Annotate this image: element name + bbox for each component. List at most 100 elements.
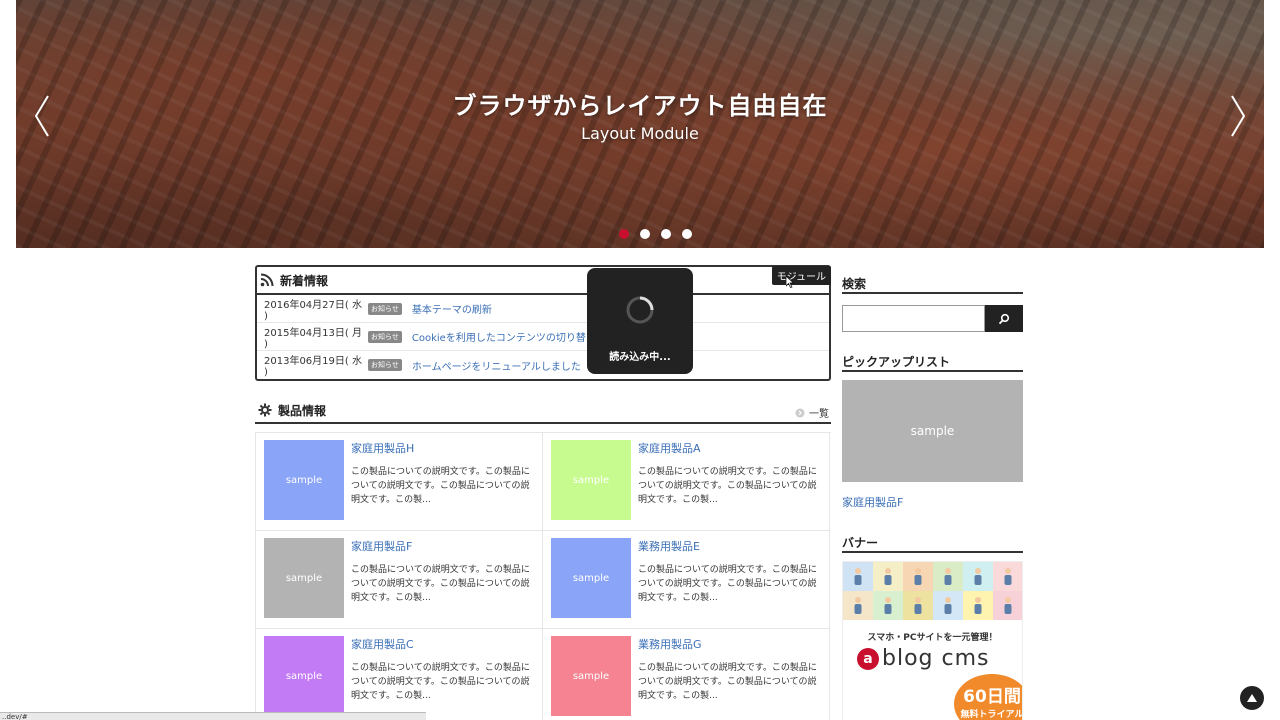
- person-icon: [884, 567, 892, 585]
- product-title[interactable]: 家庭用製品H: [351, 440, 535, 456]
- slide-dot-4[interactable]: [682, 229, 692, 239]
- chevron-circle-right-icon: [795, 408, 805, 417]
- products-more-link[interactable]: 一覧: [795, 405, 829, 420]
- news-link[interactable]: ホームページをリニューアルしました: [412, 358, 581, 373]
- search-input[interactable]: [842, 305, 985, 332]
- product-title[interactable]: 業務用製品G: [638, 636, 822, 652]
- product-description: この製品についての説明文です。この製品についての説明文です。この製品についての説…: [638, 663, 817, 701]
- next-slide-button[interactable]: [1228, 94, 1248, 138]
- product-title[interactable]: 業務用製品E: [638, 538, 822, 554]
- product-thumbnail[interactable]: sample: [264, 538, 344, 618]
- banner-tile: [903, 562, 933, 591]
- product-title[interactable]: 家庭用製品A: [638, 440, 822, 456]
- slide-dot-1[interactable]: [619, 229, 629, 239]
- product-card: sample 業務用製品G この製品についての説明文です。この製品についての説明文で…: [543, 629, 830, 720]
- person-icon: [974, 567, 982, 585]
- news-date: 2013年06月19日( 水 ): [264, 356, 362, 378]
- product-card: sample 業務用製品E この製品についての説明文です。この製品についての説明文で…: [543, 531, 830, 629]
- ablogcms-logo: a blog cms: [857, 646, 989, 671]
- hero-subtitle: Layout Module: [581, 124, 699, 143]
- product-description: この製品についての説明文です。この製品についての説明文です。この製品についての説…: [638, 565, 817, 603]
- product-grid: sample 家庭用製品H この製品についての説明文です。この製品についての説明文で…: [255, 432, 831, 720]
- person-icon: [944, 596, 952, 614]
- person-icon: [884, 596, 892, 614]
- person-icon: [914, 596, 922, 614]
- person-icon: [854, 596, 862, 614]
- chevron-right-icon: [1231, 95, 1246, 137]
- banner-tile: [933, 591, 963, 620]
- product-title[interactable]: 家庭用製品F: [351, 538, 535, 554]
- search-widget: 検索: [842, 270, 1023, 332]
- person-icon: [1004, 596, 1012, 614]
- prev-slide-button[interactable]: [32, 94, 52, 138]
- browser-status-bar: ..dev/#: [0, 712, 426, 720]
- product-card: sample 家庭用製品F この製品についての説明文です。この製品についての説明文で…: [256, 531, 543, 629]
- news-item: 2016年04月27日( 水 ) お知らせ 基本テーマの刷新: [257, 295, 829, 323]
- banner-title: バナー: [842, 529, 1023, 553]
- news-link[interactable]: Cookieを利用したコンテンツの切り替え: [412, 329, 596, 344]
- product-description: この製品についての説明文です。この製品についての説明文です。この製品についての説…: [351, 565, 530, 603]
- banner-tile: [873, 562, 903, 591]
- trial-badge: 60日間 無料トライアル: [954, 674, 1023, 720]
- news-module: 新着情報 モジュール 2016年04月27日( 水 ) お知らせ 基本テーマの刷…: [255, 265, 831, 381]
- product-thumbnail[interactable]: sample: [264, 440, 344, 520]
- chevron-left-icon: [34, 95, 49, 137]
- product-thumbnail[interactable]: sample: [264, 636, 344, 716]
- slide-pagination: [619, 229, 692, 239]
- banner-tile: [993, 591, 1022, 620]
- banner-tile: [843, 562, 873, 591]
- person-icon: [944, 567, 952, 585]
- news-link[interactable]: 基本テーマの刷新: [412, 301, 492, 316]
- rss-icon: [260, 273, 274, 287]
- news-item: 2015年04月13日( 月 ) お知らせ Cookieを利用したコンテンツの切…: [257, 323, 829, 351]
- module-tag[interactable]: モジュール: [771, 266, 831, 285]
- product-description: この製品についての説明文です。この製品についての説明文です。この製品についての説…: [638, 467, 817, 505]
- news-badge: お知らせ: [368, 359, 402, 371]
- pickup-widget: ピックアップリスト sample 家庭用製品F: [842, 348, 1023, 510]
- product-thumbnail[interactable]: sample: [551, 538, 631, 618]
- product-card: sample 家庭用製品H この製品についての説明文です。この製品についての説明文で…: [256, 433, 543, 531]
- trial-label: 無料トライアル: [960, 710, 1023, 720]
- slide-dot-3[interactable]: [661, 229, 671, 239]
- products-title: 製品情報: [278, 403, 327, 418]
- news-date: 2016年04月27日( 水 ): [264, 299, 362, 322]
- banner-widget: バナー スマホ・PCサイトを一元管理！ a blog cms 60日間 無料トラ…: [842, 529, 1023, 720]
- slide-dot-2[interactable]: [640, 229, 650, 239]
- product-thumbnail[interactable]: sample: [551, 636, 631, 716]
- banner-illustration: [843, 562, 1022, 620]
- search-button[interactable]: [985, 305, 1023, 332]
- news-badge: お知らせ: [368, 302, 402, 315]
- person-icon: [914, 567, 922, 585]
- banner-tile: [963, 562, 993, 591]
- ablogcms-banner[interactable]: スマホ・PCサイトを一元管理！ a blog cms 60日間 無料トライアル: [842, 561, 1023, 720]
- pickup-thumbnail[interactable]: sample: [842, 380, 1023, 482]
- product-title[interactable]: 家庭用製品C: [351, 636, 535, 652]
- product-description: この製品についての説明文です。この製品についての説明文です。この製品についての説…: [351, 467, 530, 505]
- scroll-top-button[interactable]: [1240, 686, 1264, 710]
- logo-text: blog cms: [882, 646, 990, 671]
- news-date: 2015年04月13日( 月 ): [264, 327, 362, 350]
- trial-days: 60日間: [963, 687, 1021, 707]
- product-description: この製品についての説明文です。この製品についての説明文です。この製品についての説…: [351, 663, 530, 701]
- person-icon: [974, 596, 982, 614]
- loading-text: 読み込み中...: [609, 352, 671, 363]
- banner-tile: [963, 591, 993, 620]
- person-icon: [1004, 567, 1012, 585]
- product-card: sample 家庭用製品C この製品についての説明文です。この製品についての説明文で…: [256, 629, 543, 720]
- news-badge: お知らせ: [368, 330, 402, 343]
- logo-mark: a: [857, 647, 879, 670]
- banner-tile: [873, 591, 903, 620]
- loading-dialog: 読み込み中...: [587, 268, 693, 374]
- person-icon: [854, 567, 862, 585]
- arrow-up-icon: [1247, 694, 1257, 702]
- products-module: 製品情報 一覧 sample 家庭用製品H この製品についての説明文です。この製品に…: [255, 398, 831, 720]
- news-title: 新着情報: [280, 273, 329, 288]
- gear-icon: [258, 403, 272, 417]
- search-icon: [998, 313, 1010, 324]
- product-thumbnail[interactable]: sample: [551, 440, 631, 520]
- hero-slider: ブラウザからレイアウト自由自在 Layout Module: [16, 0, 1264, 248]
- banner-tile: [993, 562, 1022, 591]
- banner-tile: [903, 591, 933, 620]
- pickup-link[interactable]: 家庭用製品F: [842, 494, 1023, 510]
- more-label: 一覧: [809, 409, 829, 420]
